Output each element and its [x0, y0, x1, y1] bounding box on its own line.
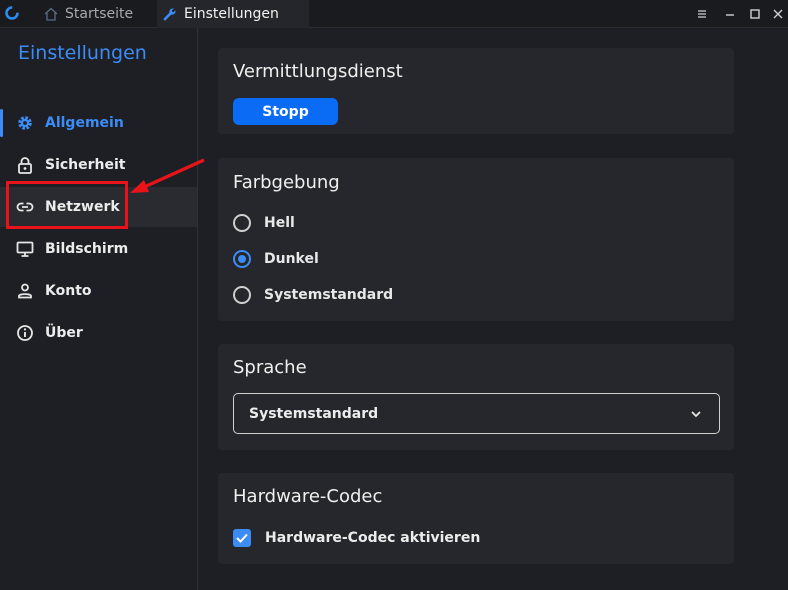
settings-content: Vermittlungsdienst Stopp Farbgebung Hell… — [199, 28, 788, 590]
checkmark-icon — [236, 533, 248, 543]
sidebar-item-label: Sicherheit — [45, 157, 126, 173]
language-title: Sprache — [233, 357, 307, 378]
sidebar-item-label: Konto — [45, 283, 92, 299]
sidebar-item-konto[interactable]: Konto — [0, 271, 197, 311]
checkbox-label: Hardware-Codec aktivieren — [265, 530, 481, 546]
lock-icon — [18, 157, 32, 174]
codec-checkbox[interactable] — [233, 529, 251, 547]
service-title: Vermittlungsdienst — [233, 61, 403, 82]
info-icon — [17, 325, 33, 341]
tab-einstellungen[interactable]: Einstellungen — [157, 0, 309, 28]
language-select[interactable]: Systemstandard — [233, 393, 720, 434]
menu-icon[interactable] — [694, 6, 710, 22]
close-icon[interactable] — [770, 6, 786, 22]
radio-button-selected[interactable] — [233, 250, 251, 268]
codec-card: Hardware-Codec Hardware-Codec aktivieren — [218, 473, 734, 564]
select-value: Systemstandard — [249, 405, 379, 422]
minimize-icon[interactable] — [722, 6, 738, 22]
person-icon — [18, 283, 32, 299]
radio-label: Dunkel — [264, 251, 319, 267]
tab-startseite[interactable]: Startseite — [38, 0, 154, 28]
codec-title: Hardware-Codec — [233, 486, 383, 507]
theme-option-hell[interactable]: Hell — [233, 212, 295, 234]
stop-button[interactable]: Stopp — [233, 98, 338, 125]
monitor-icon — [16, 241, 34, 257]
sidebar: Einstellungen Allgemein Sicherheit Netzw… — [0, 28, 198, 590]
chevron-down-icon — [691, 411, 701, 418]
theme-option-dunkel[interactable]: Dunkel — [233, 248, 319, 270]
sidebar-item-ueber[interactable]: Über — [0, 313, 197, 353]
app-logo-icon — [5, 6, 19, 20]
language-card: Sprache Systemstandard — [218, 344, 734, 450]
radio-button[interactable] — [233, 214, 251, 232]
sidebar-item-label: Über — [45, 325, 83, 341]
service-card: Vermittlungsdienst Stopp — [218, 48, 734, 134]
sidebar-title: Einstellungen — [18, 42, 147, 64]
sidebar-item-label: Bildschirm — [45, 241, 129, 257]
tab-label: Startseite — [65, 6, 134, 22]
wrench-icon — [163, 8, 176, 21]
maximize-icon[interactable] — [747, 6, 763, 22]
radio-button[interactable] — [233, 286, 251, 304]
theme-title: Farbgebung — [233, 172, 340, 193]
radio-label: Systemstandard — [264, 287, 394, 303]
theme-card: Farbgebung Hell Dunkel Systemstandard — [218, 158, 734, 321]
gear-icon — [18, 116, 32, 130]
sidebar-item-allgemein[interactable]: Allgemein — [0, 103, 197, 143]
theme-option-systemstandard[interactable]: Systemstandard — [233, 284, 393, 306]
codec-checkbox-row[interactable]: Hardware-Codec aktivieren — [233, 528, 480, 548]
title-bar: Startseite Einstellungen — [0, 0, 788, 28]
sidebar-item-label: Allgemein — [45, 115, 124, 131]
tab-label: Einstellungen — [184, 6, 279, 22]
sidebar-item-bildschirm[interactable]: Bildschirm — [0, 229, 197, 269]
annotation-arrow — [130, 158, 205, 193]
radio-label: Hell — [264, 215, 295, 231]
annotation-highlight-box — [6, 181, 128, 229]
home-icon — [44, 7, 58, 21]
